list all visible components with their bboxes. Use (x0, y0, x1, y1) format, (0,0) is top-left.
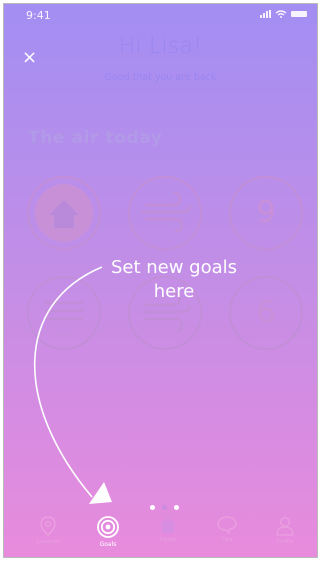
target-icon (97, 516, 119, 538)
tab-label: Home (159, 537, 177, 543)
menu-icon (44, 301, 84, 321)
tab-label: Profile (276, 539, 294, 545)
phone-screen: 9:41 × Hi Lisa! Good that you are back T… (3, 3, 318, 558)
greeting-subtitle: Good that you are back (104, 72, 217, 83)
tab-bar: Location Goals Home Tips Profile (4, 514, 317, 557)
tile-label: Status (54, 331, 74, 338)
pagination-dots (150, 505, 179, 510)
greeting-title: Hi Lisa! (118, 34, 203, 59)
home-icon (160, 517, 176, 533)
tab-goals[interactable]: Goals (78, 514, 138, 548)
status-icons (260, 10, 307, 18)
callout-line: here (153, 281, 195, 302)
home-icon (35, 184, 93, 242)
tab-label: Goals (99, 541, 117, 548)
tile-status[interactable]: Status (27, 276, 101, 350)
tab-profile[interactable]: Profile (255, 514, 315, 545)
tab-label: Location (36, 539, 60, 545)
tab-tips[interactable]: Tips (197, 514, 257, 543)
chat-bubble-icon (217, 516, 237, 534)
tile-number: 9 (256, 195, 276, 230)
battery-icon (291, 11, 307, 17)
page-dot[interactable] (150, 505, 155, 510)
person-icon (276, 517, 294, 536)
tile-label: Home (55, 231, 73, 238)
tile-value[interactable]: 9 (229, 176, 303, 250)
status-time: 9:41 (26, 9, 51, 22)
page-dot-active[interactable] (162, 505, 167, 510)
tab-label: Tips (221, 537, 233, 543)
location-pin-icon (40, 516, 56, 536)
wind-icon (140, 191, 192, 233)
tab-location[interactable]: Location (18, 514, 78, 545)
callout-text: Set new goals here (104, 256, 244, 304)
section-title: The air today (28, 128, 163, 148)
tile-wind[interactable] (128, 176, 202, 250)
tab-home[interactable]: Home (138, 514, 198, 543)
signal-icon (260, 10, 271, 18)
wifi-icon (275, 10, 287, 18)
callout-line: Set new goals (110, 257, 238, 278)
page-dot[interactable] (174, 505, 179, 510)
tile-home[interactable]: Home (27, 176, 101, 250)
